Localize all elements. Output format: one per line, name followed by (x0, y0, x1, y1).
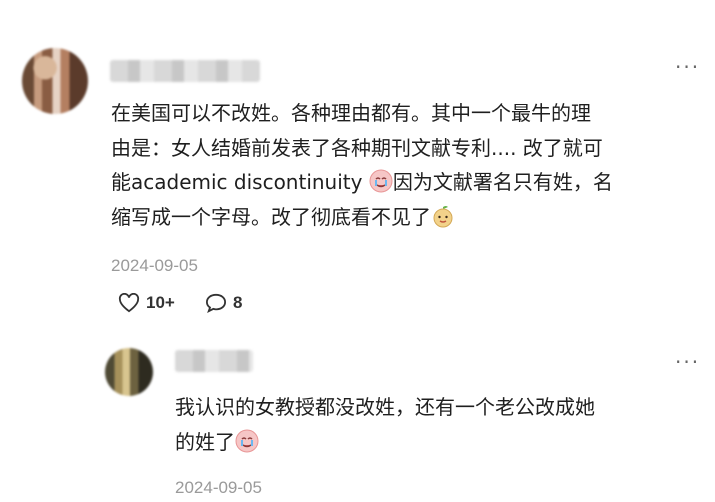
comment-date: 2024-09-05 (111, 256, 198, 275)
comment-line: 由是：女人结婚前发表了各种期刊文献专利.... 改了就可 (111, 135, 603, 160)
comment-text: 在美国可以不改姓。各种理由都有。其中一个最牛的理 由是：女人结婚前发表了各种期刊… (111, 96, 711, 234)
reply-more-options-button[interactable]: ··· (675, 350, 700, 374)
reply-text: 我认识的女教授都没改姓，还有一个老公改成她 的姓了 (175, 390, 695, 459)
reply-date: 2024-09-05 (175, 478, 262, 497)
more-options-button[interactable]: ··· (675, 55, 700, 79)
username-blurred[interactable] (110, 60, 260, 82)
like-button[interactable]: 10+ (118, 293, 175, 313)
reply-avatar[interactable] (105, 348, 153, 396)
comment-text-segment: 缩写成一个字母。改了彻底看不见了 (111, 204, 431, 229)
comment-line: 在美国可以不改姓。各种理由都有。其中一个最牛的理 (111, 101, 591, 125)
comment-line: 能academic discontinuity 因为文献署名只有姓，名 (111, 165, 711, 200)
comment-line: 缩写成一个字母。改了彻底看不见了 (111, 200, 711, 235)
comment-text-segment: 能academic discontinuity (111, 170, 369, 194)
smiling-fruit-icon (431, 204, 455, 228)
comment-text-segment: 因为文献署名只有姓，名 (392, 170, 613, 194)
reply-line: 我认识的女教授都没改姓，还有一个老公改成她 (175, 395, 595, 419)
crying-face-icon (235, 429, 259, 453)
like-count: 10+ (146, 293, 175, 312)
heart-icon (118, 293, 140, 313)
reply-text-segment: 的姓了 (175, 429, 235, 454)
reply-button[interactable]: 8 (205, 293, 242, 313)
comment-bubble-icon (205, 293, 227, 313)
reply-count: 8 (233, 293, 243, 312)
reply-username-blurred[interactable] (175, 350, 253, 372)
reply-line: 的姓了 (175, 425, 695, 460)
avatar[interactable] (22, 48, 88, 114)
crying-face-icon (369, 169, 393, 193)
